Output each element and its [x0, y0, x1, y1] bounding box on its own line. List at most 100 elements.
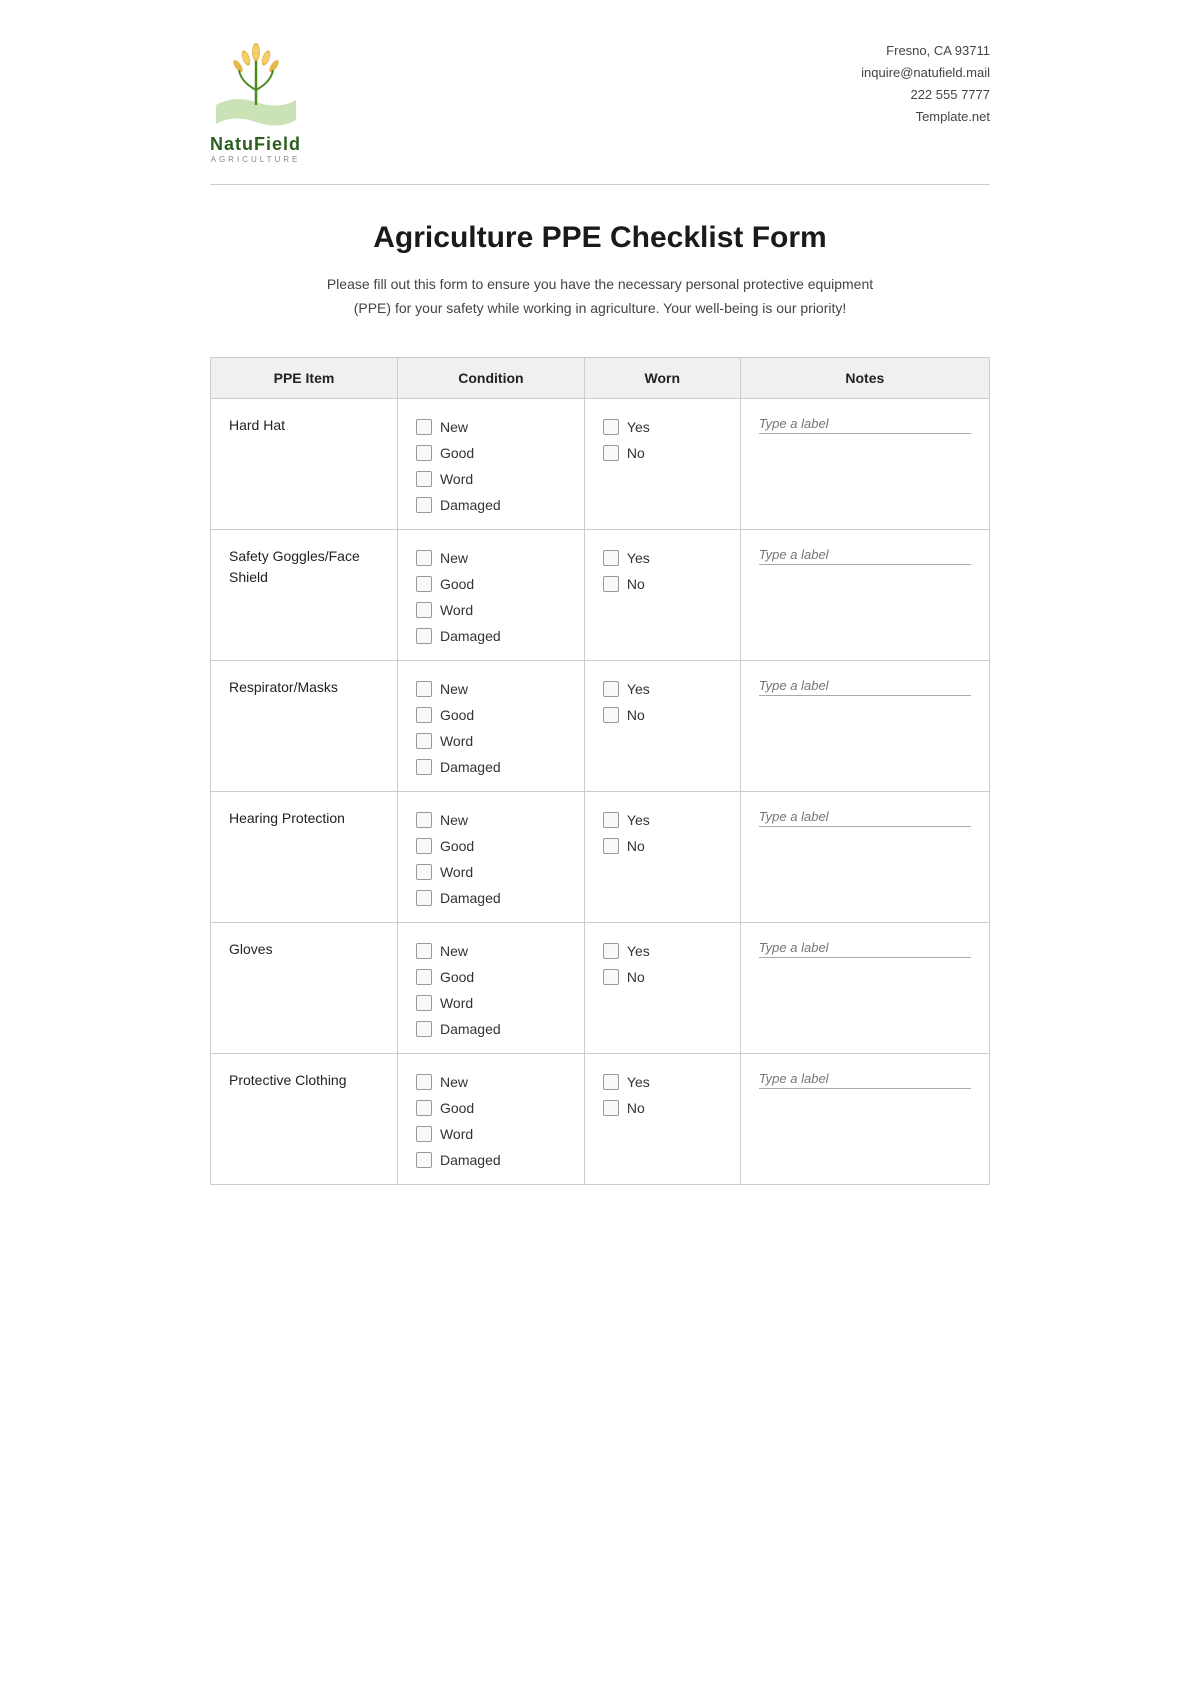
worn-label: No — [627, 576, 645, 592]
condition-option[interactable]: Damaged — [416, 890, 566, 906]
condition-label: New — [440, 681, 468, 697]
checkbox-box — [416, 471, 432, 487]
checkbox-box — [416, 1126, 432, 1142]
logo-area: NatuField Agriculture — [210, 40, 301, 164]
ppe-item-name: Gloves — [229, 941, 273, 957]
worn-option[interactable]: Yes — [603, 681, 722, 697]
checkbox-box — [416, 681, 432, 697]
checkbox-box — [416, 497, 432, 513]
condition-option[interactable]: Damaged — [416, 1152, 566, 1168]
notes-input[interactable] — [759, 416, 971, 434]
condition-label: Word — [440, 602, 473, 618]
worn-cell: Yes No — [584, 398, 740, 529]
condition-option[interactable]: Word — [416, 471, 566, 487]
condition-option[interactable]: Good — [416, 576, 566, 592]
checkbox-box — [416, 602, 432, 618]
condition-option[interactable]: Word — [416, 864, 566, 880]
condition-label: Damaged — [440, 497, 501, 513]
notes-input[interactable] — [759, 678, 971, 696]
condition-option[interactable]: Good — [416, 707, 566, 723]
condition-option[interactable]: New — [416, 943, 566, 959]
condition-cell: New Good Word Damaged — [397, 922, 584, 1053]
checkbox-box — [603, 550, 619, 566]
notes-cell — [740, 660, 989, 791]
worn-option[interactable]: Yes — [603, 1074, 722, 1090]
form-description: Please fill out this form to ensure you … — [210, 273, 990, 321]
condition-option[interactable]: Damaged — [416, 628, 566, 644]
logo-icon — [211, 40, 301, 130]
checkbox-box — [603, 1074, 619, 1090]
condition-option[interactable]: Good — [416, 969, 566, 985]
page-header: NatuField Agriculture Fresno, CA 93711 i… — [210, 40, 990, 164]
condition-option[interactable]: Good — [416, 1100, 566, 1116]
logo-sub: Agriculture — [211, 155, 301, 164]
checkbox-box — [603, 707, 619, 723]
worn-option[interactable]: No — [603, 445, 722, 461]
table-row: Hard HatNewGoodWordDamagedYesNo — [211, 398, 990, 529]
condition-option[interactable]: New — [416, 419, 566, 435]
checkbox-box — [416, 445, 432, 461]
contact-address: Fresno, CA 93711 — [861, 40, 990, 62]
contact-info: Fresno, CA 93711 inquire@natufield.mail … — [861, 40, 990, 128]
condition-label: Damaged — [440, 1021, 501, 1037]
checkbox-box — [416, 550, 432, 566]
checkbox-box — [603, 812, 619, 828]
condition-option[interactable]: New — [416, 812, 566, 828]
condition-cell: New Good Word Damaged — [397, 398, 584, 529]
notes-input[interactable] — [759, 1071, 971, 1089]
worn-option[interactable]: No — [603, 707, 722, 723]
condition-label: Word — [440, 471, 473, 487]
condition-option[interactable]: New — [416, 550, 566, 566]
worn-option[interactable]: Yes — [603, 419, 722, 435]
ppe-item-name: Respirator/Masks — [229, 679, 338, 695]
ppe-item-cell: Protective Clothing — [211, 1053, 398, 1184]
condition-option[interactable]: New — [416, 681, 566, 697]
condition-label: Word — [440, 864, 473, 880]
worn-option[interactable]: Yes — [603, 812, 722, 828]
worn-label: No — [627, 838, 645, 854]
contact-phone: 222 555 7777 — [861, 84, 990, 106]
table-row: Hearing ProtectionNewGoodWordDamagedYesN… — [211, 791, 990, 922]
worn-option[interactable]: Yes — [603, 550, 722, 566]
condition-option[interactable]: Word — [416, 733, 566, 749]
ppe-item-name: Safety Goggles/Face Shield — [229, 548, 360, 585]
worn-option[interactable]: No — [603, 576, 722, 592]
condition-option[interactable]: Word — [416, 1126, 566, 1142]
condition-option[interactable]: Word — [416, 995, 566, 1011]
worn-option[interactable]: No — [603, 969, 722, 985]
checkbox-box — [416, 1152, 432, 1168]
worn-option[interactable]: No — [603, 838, 722, 854]
worn-label: Yes — [627, 419, 650, 435]
worn-label: No — [627, 969, 645, 985]
checkbox-box — [603, 681, 619, 697]
condition-label: Word — [440, 1126, 473, 1142]
contact-website: Template.net — [861, 106, 990, 128]
condition-option[interactable]: Word — [416, 602, 566, 618]
condition-option[interactable]: Damaged — [416, 759, 566, 775]
condition-option[interactable]: New — [416, 1074, 566, 1090]
notes-input[interactable] — [759, 547, 971, 565]
notes-cell — [740, 922, 989, 1053]
condition-label: Good — [440, 1100, 474, 1116]
worn-cell: Yes No — [584, 791, 740, 922]
notes-input[interactable] — [759, 809, 971, 827]
condition-option[interactable]: Damaged — [416, 497, 566, 513]
worn-option[interactable]: No — [603, 1100, 722, 1116]
worn-option[interactable]: Yes — [603, 943, 722, 959]
condition-cell: New Good Word Damaged — [397, 529, 584, 660]
ppe-item-cell: Gloves — [211, 922, 398, 1053]
condition-cell: New Good Word Damaged — [397, 791, 584, 922]
condition-option[interactable]: Good — [416, 445, 566, 461]
condition-label: New — [440, 943, 468, 959]
ppe-checklist-table: PPE Item Condition Worn Notes Hard HatNe… — [210, 357, 990, 1185]
worn-label: Yes — [627, 681, 650, 697]
condition-label: Damaged — [440, 628, 501, 644]
worn-cell: Yes No — [584, 922, 740, 1053]
ppe-item-cell: Safety Goggles/Face Shield — [211, 529, 398, 660]
notes-input[interactable] — [759, 940, 971, 958]
condition-option[interactable]: Damaged — [416, 1021, 566, 1037]
col-header-worn: Worn — [584, 357, 740, 398]
condition-label: Word — [440, 995, 473, 1011]
condition-option[interactable]: Good — [416, 838, 566, 854]
condition-label: Good — [440, 969, 474, 985]
